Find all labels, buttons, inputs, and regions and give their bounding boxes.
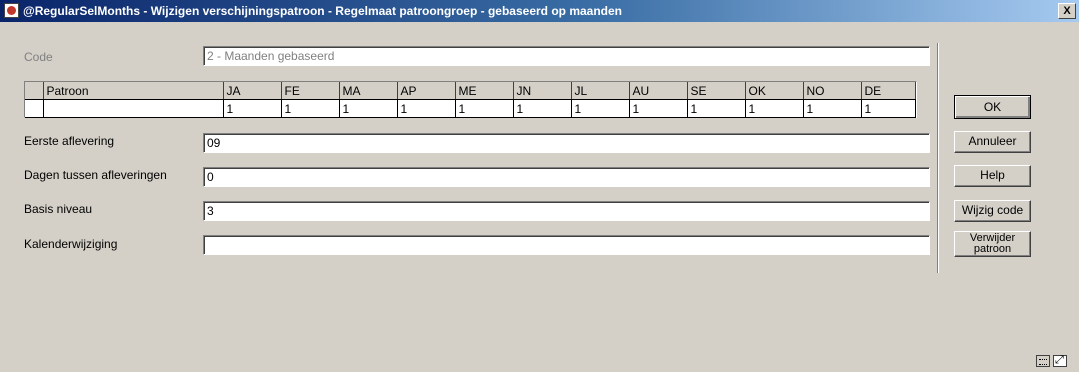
delete-pattern-line2: patroon	[973, 243, 1012, 255]
column-header-ap[interactable]: AP	[397, 82, 456, 100]
cell-ok[interactable]: 1	[745, 99, 804, 118]
cell-de[interactable]: 1	[861, 99, 916, 118]
days-between-field[interactable]: 0	[203, 167, 930, 187]
base-level-field[interactable]: 3	[203, 201, 930, 221]
days-between-label: Dagen tussen afleveringen	[24, 168, 167, 182]
delete-pattern-button[interactable]: Verwijder patroon	[954, 231, 1031, 257]
first-issue-label: Eerste aflevering	[24, 134, 115, 148]
table-row[interactable]: 1 1 1 1 1 1 1 1 1 1 1 1	[25, 99, 916, 118]
cell-no[interactable]: 1	[803, 99, 862, 118]
title-bar: @RegularSelMonths - Wijzigen verschijnin…	[0, 0, 1079, 22]
column-header-me[interactable]: ME	[455, 82, 514, 100]
calendar-change-field[interactable]	[203, 235, 930, 255]
column-header-no[interactable]: NO	[803, 82, 862, 100]
window-title: @RegularSelMonths - Wijzigen verschijnin…	[23, 4, 623, 18]
vertical-separator	[937, 43, 939, 273]
close-button[interactable]: X	[1058, 3, 1076, 19]
help-button[interactable]: Help	[954, 165, 1031, 187]
app-icon	[4, 3, 19, 18]
base-level-label: Basis niveau	[24, 202, 93, 216]
grid-corner	[25, 82, 44, 100]
column-header-au[interactable]: AU	[629, 82, 688, 100]
column-header-ja[interactable]: JA	[223, 82, 282, 100]
cell-ma[interactable]: 1	[339, 99, 398, 118]
maximize-icon[interactable]	[1053, 354, 1067, 367]
code-label: Code	[24, 50, 53, 64]
cell-jl[interactable]: 1	[571, 99, 630, 118]
pattern-grid: Patroon JA FE MA AP ME JN JL AU SE OK NO…	[24, 81, 917, 118]
column-header-patroon[interactable]: Patroon	[43, 82, 224, 100]
cell-se[interactable]: 1	[687, 99, 746, 118]
cell-fe[interactable]: 1	[281, 99, 340, 118]
cancel-button[interactable]: Annuleer	[954, 131, 1031, 153]
keyboard-icon[interactable]	[1036, 355, 1050, 367]
row-selector[interactable]	[25, 99, 44, 118]
column-header-jn[interactable]: JN	[513, 82, 572, 100]
cell-jn[interactable]: 1	[513, 99, 572, 118]
cell-au[interactable]: 1	[629, 99, 688, 118]
column-header-ma[interactable]: MA	[339, 82, 398, 100]
cell-me[interactable]: 1	[455, 99, 514, 118]
column-header-ok[interactable]: OK	[745, 82, 804, 100]
ok-button[interactable]: OK	[954, 95, 1031, 119]
column-header-jl[interactable]: JL	[571, 82, 630, 100]
first-issue-field[interactable]: 09	[203, 133, 930, 153]
calendar-change-label: Kalenderwijziging	[24, 237, 118, 251]
column-header-de[interactable]: DE	[861, 82, 916, 100]
cell-ap[interactable]: 1	[397, 99, 456, 118]
cell-patroon[interactable]	[43, 99, 224, 118]
cell-ja[interactable]: 1	[223, 99, 282, 118]
column-header-se[interactable]: SE	[687, 82, 746, 100]
change-code-button[interactable]: Wijzig code	[954, 200, 1031, 222]
column-header-fe[interactable]: FE	[281, 82, 340, 100]
code-field: 2 - Maanden gebaseerd	[203, 46, 930, 66]
